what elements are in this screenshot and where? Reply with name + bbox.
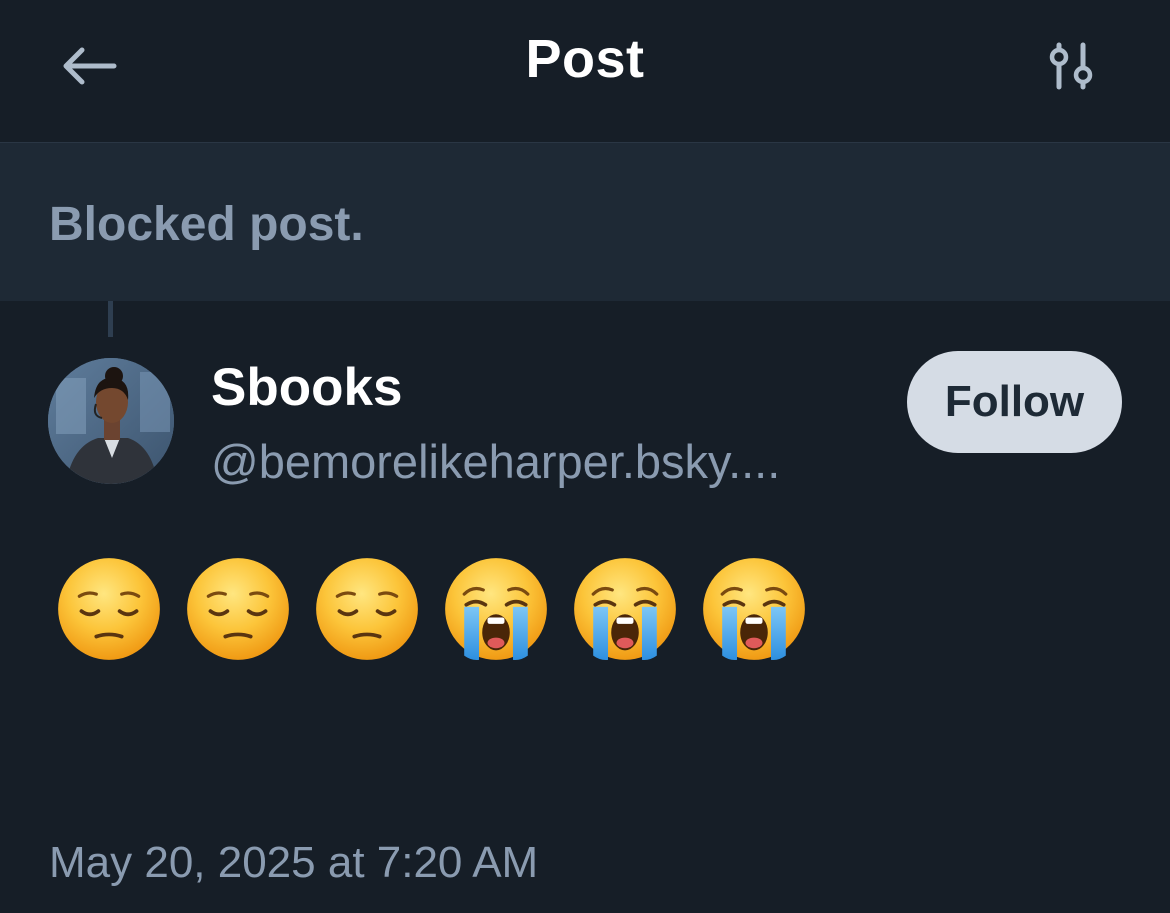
post-text — [56, 556, 807, 664]
avatar-image — [48, 358, 174, 484]
thread-connector-line — [108, 301, 113, 337]
pensive-face-icon — [185, 556, 291, 662]
loudly-crying-face-icon — [701, 556, 807, 662]
page-title: Post — [525, 29, 645, 89]
author-display-name[interactable]: Sbooks — [211, 356, 402, 420]
loudly-crying-face-icon — [572, 556, 678, 662]
blocked-post-text: Blocked post. — [49, 198, 364, 251]
thread-options-button[interactable] — [1036, 34, 1106, 98]
author-handle[interactable]: @bemorelikeharper.bsky.... — [211, 432, 780, 492]
follow-button[interactable]: Follow — [907, 351, 1122, 453]
loudly-crying-face-icon — [443, 556, 549, 662]
sliders-icon — [1049, 42, 1093, 90]
post-screen: Post Blocked post. Sbooks @bemorelikehar… — [0, 0, 1170, 913]
post-timestamp: May 20, 2025 at 7:20 AM — [49, 838, 539, 887]
avatar[interactable] — [48, 358, 174, 484]
pensive-face-icon — [56, 556, 162, 662]
pensive-face-icon — [314, 556, 420, 662]
header-bar: Post — [0, 0, 1170, 143]
